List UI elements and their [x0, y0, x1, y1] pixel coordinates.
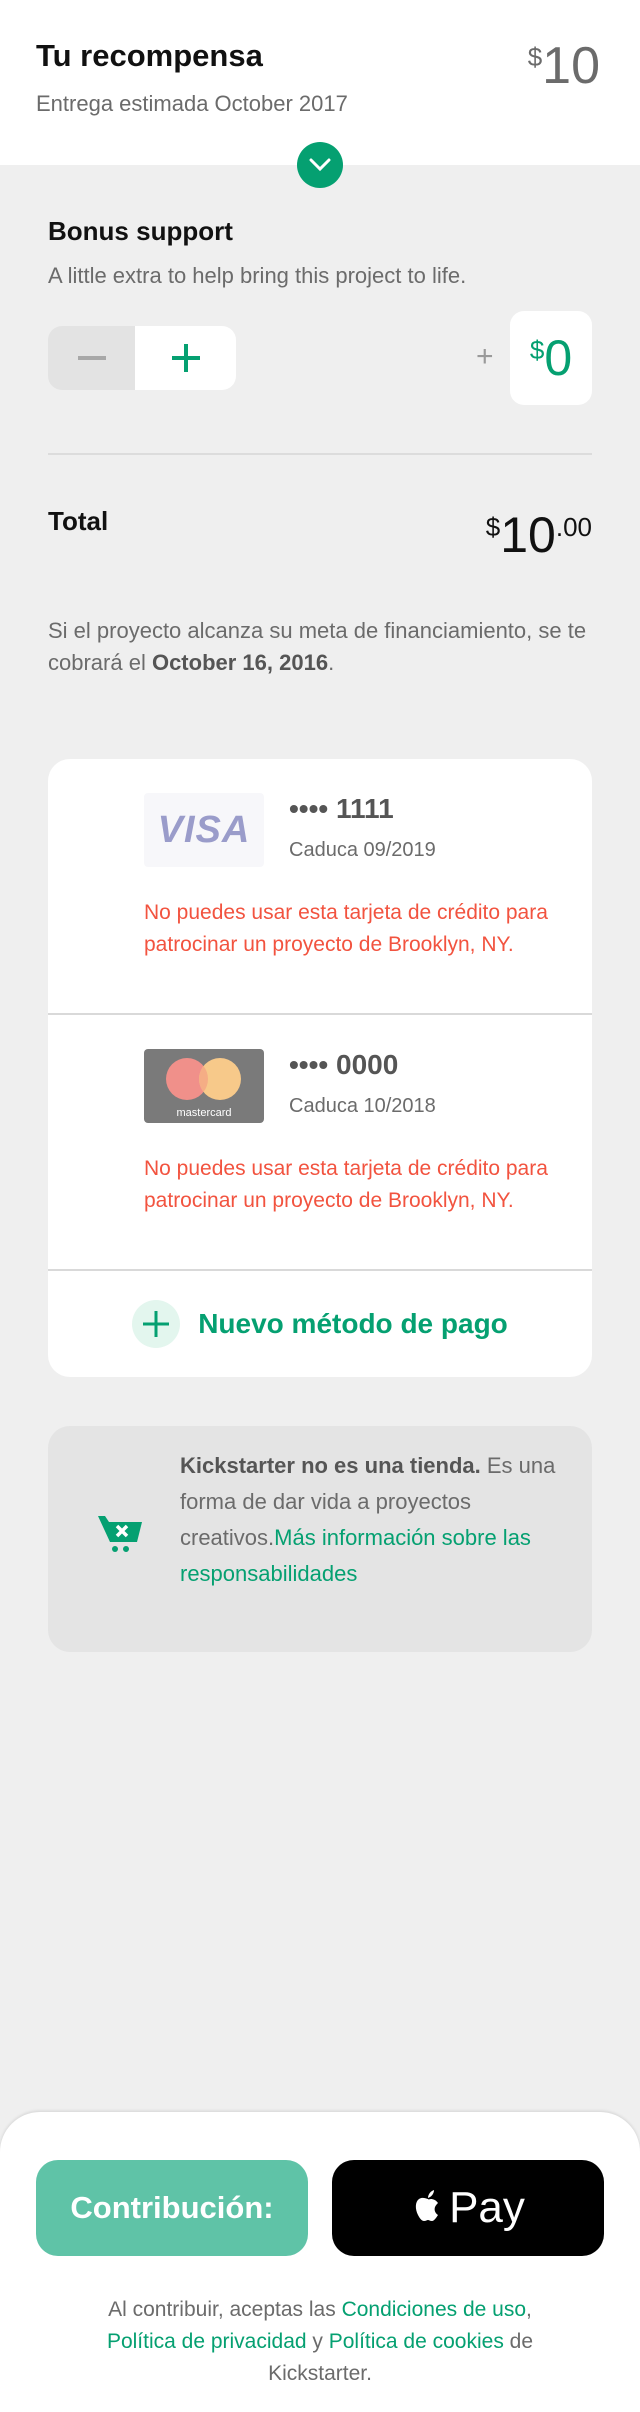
payment-card-mastercard[interactable]: mastercard •••• 0000 Caduca 10/2018 No p… — [48, 1015, 592, 1271]
visa-logo: VISA — [144, 793, 264, 867]
new-payment-method-button[interactable]: Nuevo método de pago — [48, 1271, 592, 1377]
apple-pay-label: Pay — [449, 2183, 525, 2232]
card-error: No puedes usar esta tarjeta de crédito p… — [144, 901, 548, 956]
terms-text: Al contribuir, aceptas las Condiciones d… — [80, 2294, 560, 2390]
delivery-estimate: Entrega estimada October 2017 — [36, 91, 348, 116]
charge-notice: Si el proyecto alcanza su meta de financ… — [48, 615, 588, 679]
privacy-policy-link[interactable]: Política de privacidad — [107, 2330, 307, 2353]
terms-of-use-link[interactable]: Condiciones de uso — [342, 2298, 526, 2321]
contribute-button[interactable]: Contribución: — [36, 2160, 308, 2256]
total-label: Total — [48, 506, 109, 536]
card-expiry: Caduca 10/2018 — [289, 1095, 436, 1117]
bonus-description: A little extra to help bring this projec… — [48, 263, 467, 288]
apple-pay-button[interactable]: Pay — [332, 2160, 604, 2256]
card-number: •••• 0000 — [289, 1049, 399, 1080]
mastercard-logo: mastercard — [144, 1049, 264, 1123]
reward-price-value: 10 — [542, 37, 600, 95]
info-text: Kickstarter no es una tienda. Es una for… — [180, 1448, 580, 1592]
plus-sign: + — [476, 340, 494, 373]
minus-icon — [77, 356, 106, 360]
bonus-amount: $0 — [530, 333, 572, 383]
payment-methods-list: VISA •••• 1111 Caduca 09/2019 No puedes … — [48, 759, 592, 1377]
terms-text-part: , — [526, 2298, 532, 2321]
reward-price: $10 — [528, 40, 600, 92]
divider — [48, 453, 592, 455]
info-title: Kickstarter no es una tienda. — [180, 1453, 481, 1478]
terms-text-part: Al contribuir, aceptas las — [108, 2298, 342, 2321]
chevron-down-icon — [309, 158, 331, 172]
total-cents: .00 — [555, 512, 592, 542]
bonus-title: Bonus support — [48, 216, 233, 246]
plus-icon — [171, 344, 200, 372]
currency-symbol: $ — [527, 42, 543, 72]
currency-symbol: $ — [529, 335, 545, 365]
notice-end: . — [328, 650, 335, 675]
payment-card-visa[interactable]: VISA •••• 1111 Caduca 09/2019 No puedes … — [48, 759, 592, 1015]
reward-title: Tu recompensa — [36, 38, 263, 73]
bonus-amount-value: 0 — [544, 330, 573, 386]
bonus-stepper — [48, 326, 236, 390]
mastercard-wordmark: mastercard — [176, 1107, 231, 1119]
expand-reward-button[interactable] — [297, 142, 343, 188]
kickstarter-info-box: Kickstarter no es una tienda. Es una for… — [48, 1426, 592, 1652]
currency-symbol: $ — [485, 512, 501, 542]
card-number: •••• 1111 — [289, 793, 394, 824]
terms-text-part: y — [306, 2330, 329, 2353]
reward-header: Tu recompensa Entrega estimada October 2… — [0, 0, 640, 165]
checkout-sheet: Contribución: Pay Al contribuir, aceptas… — [0, 2112, 640, 2412]
plus-icon — [132, 1300, 181, 1348]
new-payment-label: Nuevo método de pago — [198, 1308, 508, 1339]
apple-icon — [415, 2190, 439, 2221]
decrement-button[interactable] — [48, 326, 135, 390]
charge-date: October 16, 2016 — [151, 650, 329, 675]
total-amount: $10.00 — [486, 510, 592, 560]
bonus-amount-input[interactable]: $0 — [510, 311, 592, 405]
increment-button[interactable] — [135, 326, 236, 390]
card-expiry: Caduca 09/2019 — [289, 839, 436, 861]
cookie-policy-link[interactable]: Política de cookies — [329, 2330, 504, 2353]
total-amount-value: 10 — [500, 507, 556, 563]
card-error: No puedes usar esta tarjeta de crédito p… — [144, 1157, 548, 1212]
cart-x-icon — [98, 1516, 142, 1552]
